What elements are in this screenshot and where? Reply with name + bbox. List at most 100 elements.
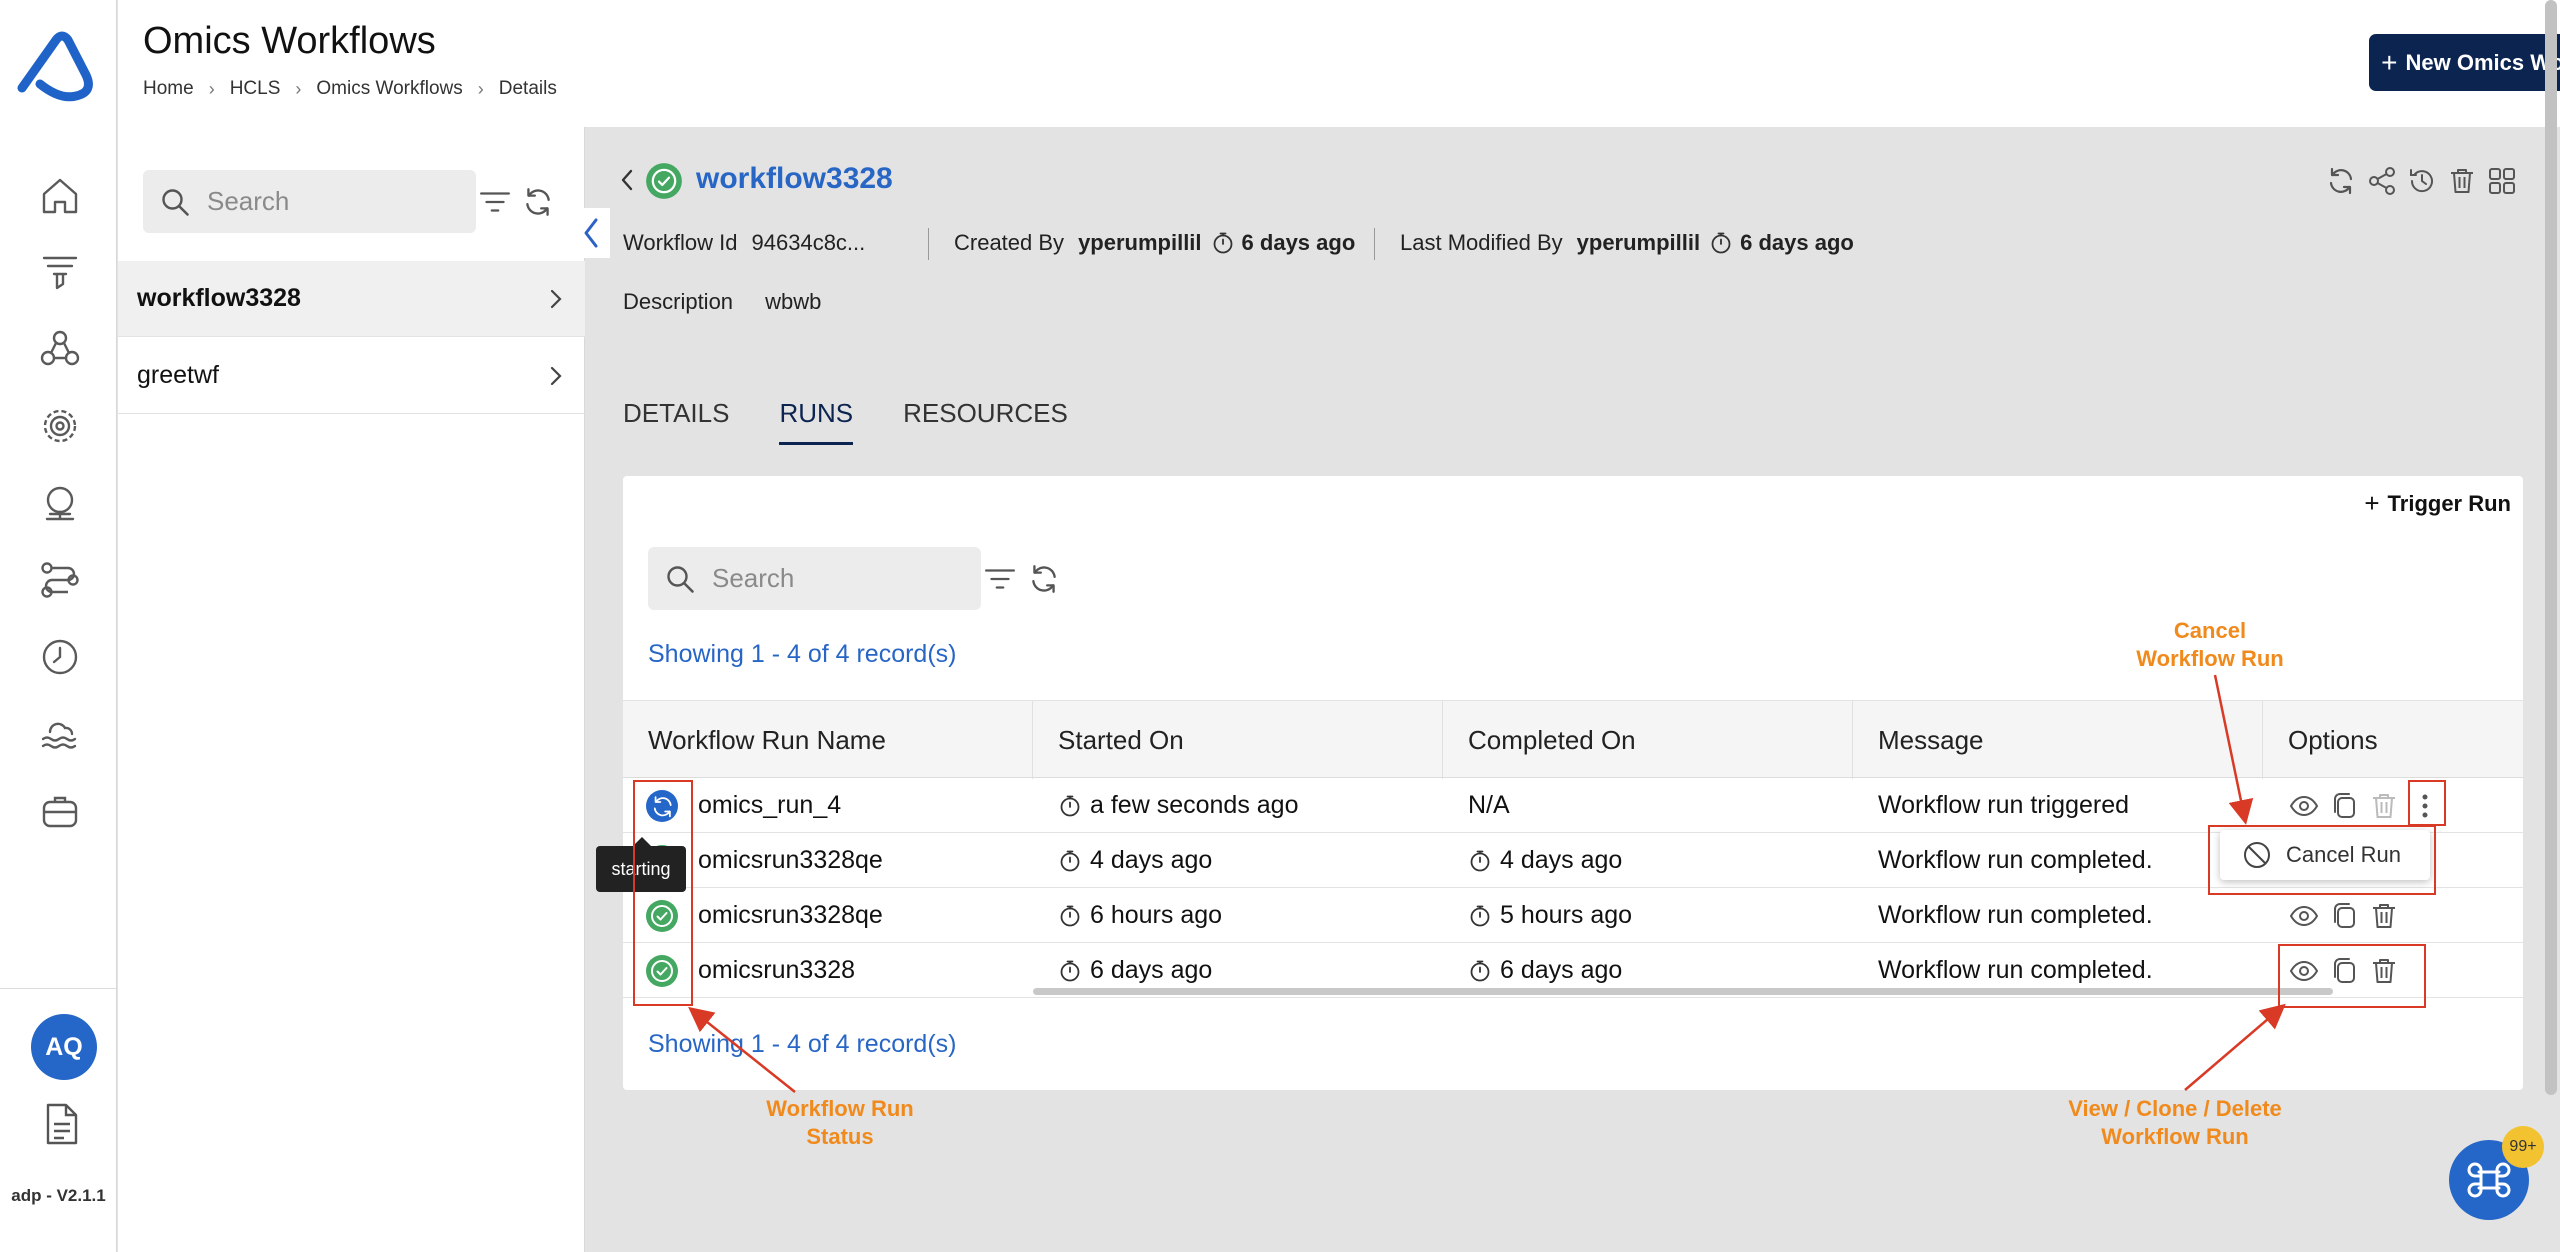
brand-logo-icon[interactable] <box>16 30 100 106</box>
table-row: omicsrun3328qe 6 hours ago 5 hours ago W… <box>623 888 2523 943</box>
completed-on: 6 days ago <box>1500 956 1623 984</box>
workflow-id-value[interactable]: 94634c8c... <box>752 230 866 256</box>
description-field: Description wbwb <box>623 289 821 315</box>
view-icon[interactable] <box>2288 900 2320 932</box>
timer-icon <box>1468 959 1492 983</box>
tab-details[interactable]: DETAILS <box>623 398 729 445</box>
list-item-workflow3328[interactable]: workflow3328 <box>118 261 585 337</box>
completed-on: 5 hours ago <box>1500 901 1633 929</box>
view-icon[interactable] <box>2288 790 2320 822</box>
settings-cog-icon[interactable] <box>38 404 82 448</box>
document-icon[interactable] <box>44 1102 80 1146</box>
completed-on-cell: 4 days ago <box>1468 833 1622 888</box>
timer-icon <box>1211 231 1235 255</box>
chevron-right-icon <box>550 366 562 386</box>
divider <box>1374 228 1375 260</box>
column-header-name[interactable]: Workflow Run Name <box>623 701 1033 779</box>
timer-icon <box>1058 959 1082 983</box>
status-completed-icon <box>645 162 683 200</box>
records-count-top: Showing 1 - 4 of 4 record(s) <box>648 640 957 668</box>
refresh-icon[interactable] <box>521 185 555 219</box>
avatar[interactable]: AQ <box>31 1014 97 1080</box>
list-item-label: greetwf <box>137 361 219 389</box>
timer-icon <box>1468 849 1492 873</box>
new-omics-workflow-button[interactable]: + New Omics Workflow <box>2369 34 2560 91</box>
tab-resources[interactable]: RESOURCES <box>903 398 1068 445</box>
annotation-line: Cancel <box>2173 618 2247 643</box>
breadcrumb-omics-workflows[interactable]: Omics Workflows <box>316 78 462 100</box>
workflow-list-panel: Search workflow3328 greetwf <box>118 127 585 1252</box>
message-cell: Workflow run completed. <box>1878 901 2153 929</box>
home-icon[interactable] <box>38 174 82 218</box>
refresh-icon[interactable] <box>1027 562 1061 596</box>
list-item-greetwf[interactable]: greetwf <box>118 338 585 414</box>
plus-icon: + <box>2364 488 2380 518</box>
column-header-completed[interactable]: Completed On <box>1443 701 1853 779</box>
clone-icon[interactable] <box>2328 900 2360 932</box>
clone-icon[interactable] <box>2328 790 2360 822</box>
annotation-line: Workflow Run <box>2101 1124 2249 1149</box>
column-header-started[interactable]: Started On <box>1033 701 1443 779</box>
chevron-right-icon: › <box>208 78 215 99</box>
column-header-message[interactable]: Message <box>1853 701 2263 779</box>
annotation-status: Workflow Run Status <box>725 1095 955 1151</box>
trigger-run-button[interactable]: + Trigger Run <box>2364 488 2511 519</box>
created-by-value: yperumpillil <box>1078 230 1202 255</box>
page-title: Omics Workflows <box>143 20 436 62</box>
timer-icon <box>1709 231 1733 255</box>
refresh-icon[interactable] <box>2325 165 2357 197</box>
run-name[interactable]: omicsrun3328qe <box>698 833 883 888</box>
runs-search-input[interactable]: Search <box>648 547 981 610</box>
cloud-waves-icon[interactable] <box>38 712 82 756</box>
completed-on: N/A <box>1468 791 1510 819</box>
status-highlight-box <box>633 780 693 1006</box>
description-label: Description <box>623 289 734 314</box>
search-icon <box>159 186 191 218</box>
breadcrumb-hcls[interactable]: HCLS <box>230 78 281 100</box>
modified-by-label: Last Modified By <box>1400 230 1563 255</box>
table-horizontal-scrollbar[interactable] <box>1033 988 2333 995</box>
run-name[interactable]: omics_run_4 <box>698 778 841 833</box>
page-scrollbar[interactable] <box>2545 0 2557 1095</box>
collapse-panel-icon[interactable] <box>570 208 610 258</box>
completed-on: 4 days ago <box>1500 846 1623 874</box>
network-icon[interactable] <box>38 327 82 371</box>
tab-runs[interactable]: RUNS <box>779 398 853 445</box>
table-header: Workflow Run Name Started On Completed O… <box>623 700 2523 779</box>
filter-funnel-icon[interactable] <box>38 250 82 294</box>
workflow-search-input[interactable]: Search <box>143 170 476 233</box>
completed-on-cell: 5 hours ago <box>1468 888 1632 943</box>
globe-stand-icon[interactable] <box>38 481 82 525</box>
timer-icon <box>1058 794 1082 818</box>
created-ago: 6 days ago <box>1241 230 1356 255</box>
annotation-line: Status <box>806 1124 874 1149</box>
history-icon[interactable] <box>2406 165 2438 197</box>
delete-icon[interactable] <box>2446 165 2478 197</box>
actions-highlight-box <box>2278 944 2426 1008</box>
clock-icon[interactable] <box>38 635 82 679</box>
filter-icon[interactable] <box>983 562 1017 596</box>
back-chevron-icon[interactable] <box>617 166 637 194</box>
cancel-run-highlight-box <box>2208 825 2436 895</box>
breadcrumb-home[interactable]: Home <box>143 78 194 100</box>
run-name[interactable]: omicsrun3328qe <box>698 888 883 943</box>
notification-badge: 99+ <box>2502 1126 2544 1168</box>
divider <box>928 228 929 260</box>
completed-on-cell: N/A <box>1468 778 1510 833</box>
storage-box-icon[interactable] <box>38 790 82 834</box>
share-icon[interactable] <box>2366 165 2398 197</box>
delete-icon[interactable] <box>2368 900 2400 932</box>
runs-card: + Trigger Run Search Showing 1 - 4 of 4 … <box>623 476 2523 1090</box>
pipeline-icon[interactable] <box>38 558 82 602</box>
filter-icon[interactable] <box>478 185 512 219</box>
delete-icon <box>2368 790 2400 822</box>
detail-tabs: DETAILS RUNS RESOURCES <box>623 398 1118 445</box>
page-header: Omics Workflows Home › HCLS › Omics Work… <box>118 0 2560 127</box>
started-on-cell: 6 hours ago <box>1058 888 1222 943</box>
description-value: wbwb <box>765 289 822 314</box>
run-name[interactable]: omicsrun3328 <box>698 943 855 998</box>
chevron-right-icon: › <box>295 78 302 99</box>
modified-by-field: Last Modified By yperumpillil 6 days ago <box>1400 230 1854 256</box>
grid-layout-icon[interactable] <box>2486 165 2518 197</box>
workflow-title: workflow3328 <box>696 162 893 195</box>
